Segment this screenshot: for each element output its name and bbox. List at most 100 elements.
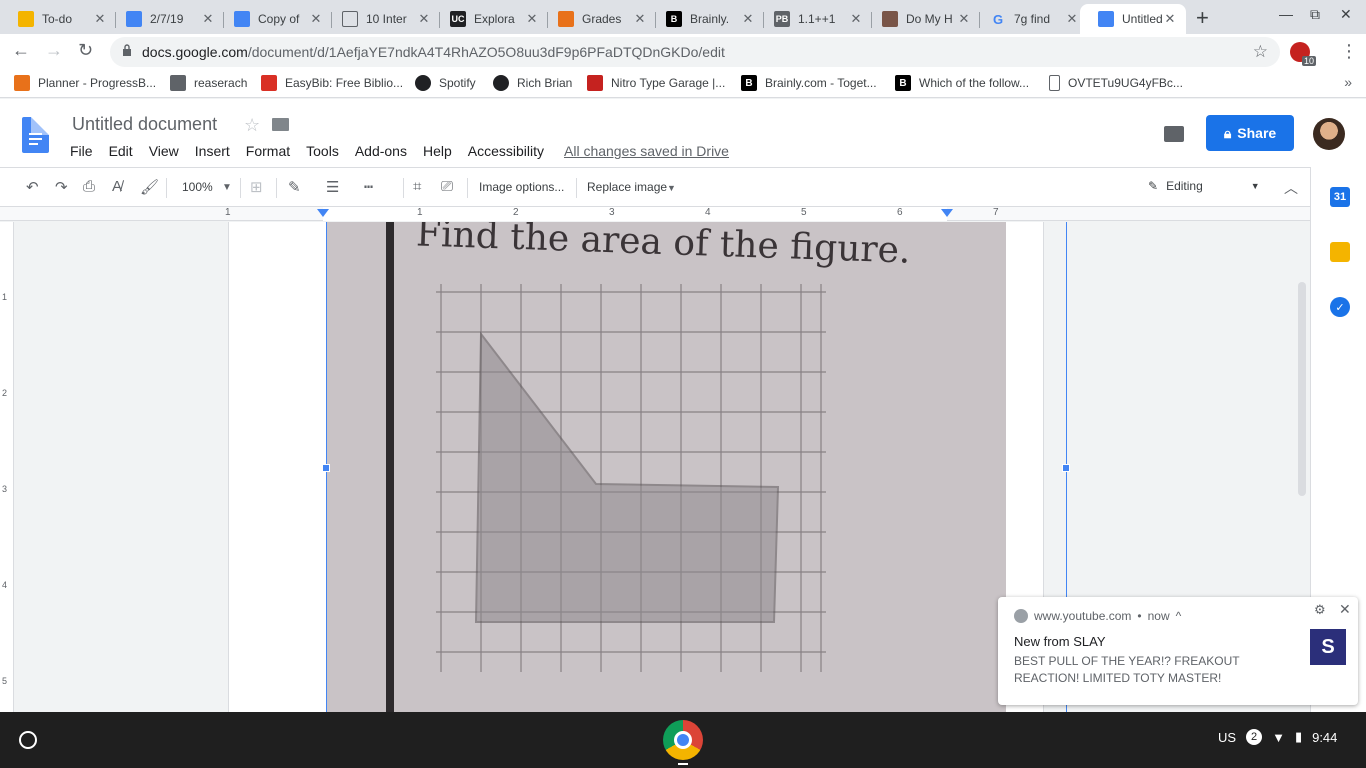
tab-explora[interactable]: UC Explora ✕ (432, 4, 548, 34)
tab-close-icon[interactable]: ✕ (92, 11, 108, 27)
border-weight-icon[interactable]: ☰ (326, 178, 339, 196)
zoom-dropdown-icon[interactable]: ▼ (222, 182, 232, 193)
bookmark-nitro-type[interactable]: Nitro Type Garage |... (587, 75, 725, 91)
star-icon[interactable]: ☆ (244, 115, 260, 136)
running-indicator (678, 763, 688, 765)
border-color-icon[interactable]: ✎ (288, 178, 301, 196)
crop-icon[interactable]: ⌗ (413, 178, 421, 195)
tab-close-icon[interactable]: ✕ (956, 11, 972, 27)
tab-copy-of[interactable]: Copy of ✕ (216, 4, 332, 34)
status-tray[interactable]: US 2 ▼ ▮ 9:44 (1218, 729, 1337, 745)
share-button[interactable]: 🔒︎ Share (1206, 115, 1294, 151)
close-icon[interactable]: ✕ (1339, 601, 1351, 618)
menu-view[interactable]: View (141, 143, 187, 159)
bookmark-planner[interactable]: Planner - ProgressB... (14, 75, 156, 91)
bookmark-spotify[interactable]: Spotify (415, 75, 476, 91)
tab-grades[interactable]: Grades ✕ (540, 4, 656, 34)
bookmark-which-of[interactable]: B Which of the follow... (895, 75, 1029, 91)
image-options-button[interactable]: Image options... (479, 180, 564, 194)
tab-close-icon[interactable]: ✕ (632, 11, 648, 27)
left-indent-marker[interactable] (317, 209, 329, 217)
tab-close-icon[interactable]: ✕ (416, 11, 432, 27)
bookmarks-overflow-icon[interactable]: » (1344, 74, 1352, 90)
tab-todo[interactable]: To-do ✕ (0, 4, 116, 34)
menu-insert[interactable]: Insert (187, 143, 238, 159)
tab-untitled-active[interactable]: Untitled ✕ (1080, 4, 1186, 34)
tab-google-search[interactable]: G 7g find ✕ (972, 4, 1088, 34)
gear-icon[interactable]: ⚙ (1314, 602, 1326, 618)
tab-close-icon[interactable]: ✕ (524, 11, 540, 27)
bookmark-rich-brian[interactable]: Rich Brian (493, 75, 572, 91)
comments-icon[interactable] (1164, 126, 1184, 142)
bookmark-easybib[interactable]: EasyBib: Free Biblio... (261, 75, 403, 91)
restore-icon[interactable]: ⧉ (1310, 6, 1320, 23)
tab-brainly[interactable]: B Brainly. ✕ (648, 4, 764, 34)
tab-do-my[interactable]: Do My H ✕ (864, 4, 980, 34)
tab-favicon (18, 11, 34, 27)
folder-icon (170, 75, 186, 91)
paint-format-icon[interactable]: 🖌︎ (140, 178, 159, 196)
tab-close-icon[interactable]: ✕ (1064, 11, 1080, 27)
reload-icon[interactable]: ↻ (78, 40, 93, 61)
editing-mode-select[interactable]: ✎ Editing ▼ (1148, 179, 1260, 193)
save-status[interactable]: All changes saved in Drive (564, 143, 729, 159)
right-indent-marker[interactable] (941, 209, 953, 217)
zoom-select[interactable]: 100% (182, 180, 213, 194)
notification-popup[interactable]: www.youtube.com • now ^ ⚙ ✕ New from SLA… (998, 597, 1358, 705)
tab-close-icon[interactable]: ✕ (848, 11, 864, 27)
tab-close-icon[interactable]: ✕ (308, 11, 324, 27)
menu-help[interactable]: Help (415, 143, 460, 159)
avatar[interactable] (1313, 118, 1345, 150)
tab-10-inter[interactable]: 10 Inter ✕ (324, 4, 440, 34)
collapse-toolbar-icon[interactable]: ︿ (1284, 178, 1298, 198)
calendar-icon[interactable]: 31 (1330, 187, 1350, 207)
new-tab-icon[interactable]: + (1196, 5, 1209, 31)
move-folder-icon[interactable] (272, 118, 289, 131)
reset-image-icon[interactable]: ⎚ (441, 178, 453, 195)
wifi-icon: ▼ (1272, 729, 1285, 745)
undo-icon[interactable]: ↶ (26, 178, 39, 196)
extension-icon[interactable]: 10 (1290, 42, 1316, 66)
chrome-menu-icon[interactable]: ⋮ (1340, 41, 1358, 62)
launcher-icon[interactable] (19, 731, 37, 749)
ruler-number: 1 (2, 292, 8, 302)
vertical-scrollbar[interactable] (1298, 282, 1306, 496)
menu-accessibility[interactable]: Accessibility (460, 143, 552, 159)
tab-close-icon[interactable]: ✕ (1162, 11, 1178, 27)
resize-handle-right[interactable] (1062, 464, 1070, 472)
menu-edit[interactable]: Edit (101, 143, 141, 159)
replace-image-button[interactable]: Replace image (587, 180, 667, 194)
border-dash-icon[interactable]: ┅ (364, 178, 373, 196)
tab-close-icon[interactable]: ✕ (200, 11, 216, 27)
bookmark-star-icon[interactable]: ☆ (1253, 42, 1268, 62)
tab-pb[interactable]: PB 1.1++1 ✕ (756, 4, 872, 34)
back-icon[interactable]: ← (12, 40, 30, 61)
address-bar[interactable]: docs.google.com/document/d/1AefjaYE7ndkA… (110, 37, 1280, 67)
spotify-icon (493, 75, 509, 91)
print-icon[interactable]: ⎙ (83, 178, 95, 195)
tab-2-7-19[interactable]: 2/7/19 ✕ (108, 4, 224, 34)
menu-tools[interactable]: Tools (298, 143, 347, 159)
menu-file[interactable]: File (62, 143, 101, 159)
document-title[interactable]: Untitled document (72, 114, 217, 135)
replace-dropdown-icon[interactable]: ▼ (667, 183, 676, 193)
minimize-icon[interactable]: — (1279, 6, 1293, 22)
bookmark-label: OVTETu9UG4yFBc... (1068, 76, 1183, 90)
spellcheck-icon[interactable]: A̸ (112, 178, 122, 195)
docs-logo-icon[interactable] (22, 117, 49, 153)
tab-favicon: B (666, 11, 682, 27)
tasks-icon[interactable]: ✓ (1330, 297, 1350, 317)
bookmark-brainly[interactable]: B Brainly.com - Toget... (741, 75, 877, 91)
bookmark-reaserach[interactable]: reaserach (170, 75, 247, 91)
menu-addons[interactable]: Add-ons (347, 143, 415, 159)
tab-close-icon[interactable]: ✕ (740, 11, 756, 27)
window-close-icon[interactable]: ✕ (1340, 6, 1352, 23)
resize-handle-left[interactable] (322, 464, 330, 472)
forward-icon[interactable]: → (45, 40, 63, 61)
redo-icon[interactable]: ↷ (55, 178, 68, 196)
bookmark-ovtetu[interactable]: OVTETu9UG4yFBc... (1049, 75, 1183, 91)
chrome-app-icon[interactable] (663, 720, 703, 760)
menu-format[interactable]: Format (238, 143, 298, 159)
keep-icon[interactable] (1330, 242, 1350, 262)
inserted-image[interactable]: Find the area of the figure. (326, 222, 1006, 712)
